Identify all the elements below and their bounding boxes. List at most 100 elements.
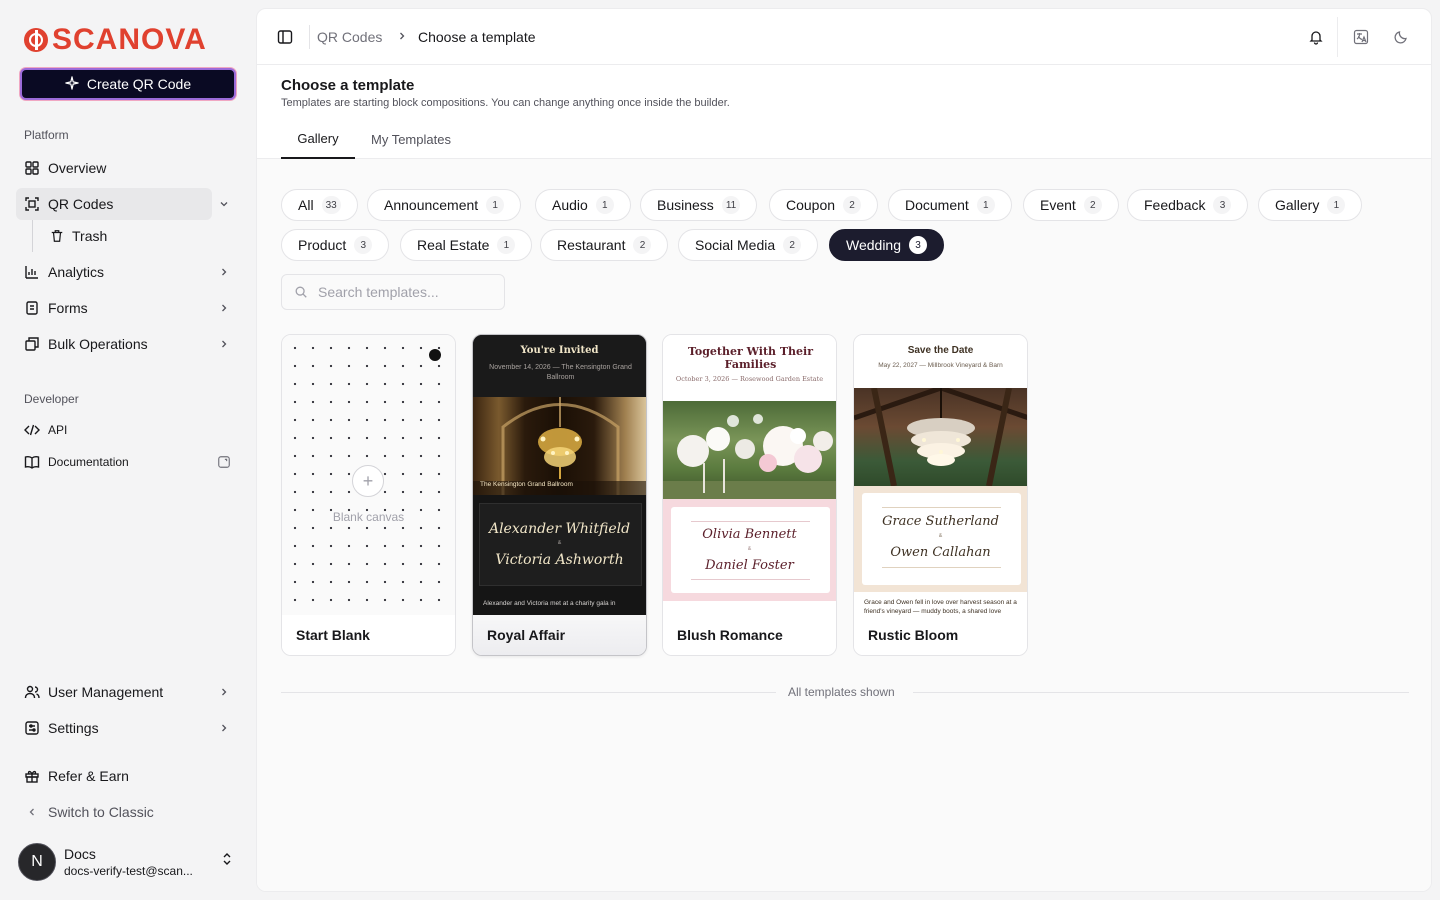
chip-label: Gallery [1275, 197, 1320, 213]
users-icon [24, 684, 40, 700]
chip-count: 3 [1213, 196, 1232, 214]
canvas-dot [429, 349, 441, 361]
filter-chip-audio[interactable]: Audio 1 [535, 189, 631, 221]
preview-date: October 3, 2026 — Rosewood Garden Estate [675, 375, 824, 383]
chip-label: Announcement [384, 197, 479, 213]
chip-count: 2 [783, 236, 802, 254]
breadcrumb-separator-icon [397, 29, 407, 44]
chip-label: Document [905, 197, 969, 213]
filter-chip-all[interactable]: All 33 [281, 189, 358, 221]
chevron-right-icon [216, 684, 232, 700]
sidebar-item-label: Documentation [48, 455, 129, 469]
search-input[interactable] [318, 284, 488, 300]
submenu-line [32, 220, 33, 252]
chevron-down-icon[interactable] [216, 196, 232, 212]
sidebar-item-documentation[interactable]: Documentation [16, 446, 240, 478]
sidebar-item-settings[interactable]: Settings [16, 712, 240, 744]
filter-chip-restaurant[interactable]: Restaurant 2 [540, 229, 669, 261]
chevron-right-icon [216, 264, 232, 280]
trash-icon [50, 229, 64, 243]
chip-count: 2 [633, 236, 652, 254]
page-title: Choose a template [281, 77, 415, 94]
logo-text: SCANOVA [52, 23, 207, 56]
filter-chip-social-media[interactable]: Social Media 2 [678, 229, 819, 261]
filter-chip-gallery[interactable]: Gallery 1 [1258, 189, 1363, 221]
chip-count: 33 [321, 196, 341, 214]
sidebar-item-label: Trash [72, 228, 108, 244]
preview-name-2: Owen Callahan [890, 545, 991, 560]
chip-label: Audio [552, 197, 588, 213]
preview-heading: Together With Their Families [687, 345, 814, 371]
sidebar-item-overview[interactable]: Overview [16, 152, 240, 184]
search-icon [294, 285, 308, 299]
chip-label: Feedback [1144, 197, 1206, 213]
book-icon [24, 454, 40, 470]
blank-canvas-preview: + Blank canvas [282, 335, 455, 615]
preview-ampersand: & [938, 533, 943, 539]
sidebar-item-label: Bulk Operations [48, 336, 148, 352]
filter-chip-event[interactable]: Event 2 [1023, 189, 1119, 221]
filter-chip-feedback[interactable]: Feedback 3 [1127, 189, 1249, 221]
layers-icon [24, 336, 40, 352]
filter-chip-product[interactable]: Product 3 [281, 229, 390, 261]
grid-icon [24, 160, 40, 176]
create-qr-code-label: Create QR Code [86, 76, 192, 92]
search-box [281, 274, 505, 310]
preview-name-2: Daniel Foster [705, 558, 794, 573]
chip-count: 3 [354, 236, 373, 254]
template-card-blush-romance[interactable]: Together With Their Families October 3, … [662, 334, 837, 656]
sidebar-item-user-management[interactable]: User Management [16, 676, 240, 708]
main-panel: QR Codes Choose a template Choose a temp… [256, 8, 1432, 892]
divider [309, 25, 310, 49]
panel-toggle-icon[interactable] [277, 29, 293, 45]
chip-count: 1 [486, 196, 505, 214]
sidebar-item-label: User Management [48, 684, 164, 700]
breadcrumb-qr-codes[interactable]: QR Codes [317, 29, 382, 45]
rustic-bloom-preview: Save the Date May 22, 2027 — Millbrook V… [854, 335, 1027, 615]
plus-icon: + [352, 465, 384, 497]
chip-label: Coupon [786, 197, 836, 213]
page-subtitle: Templates are starting block composition… [281, 97, 730, 109]
sidebar-item-forms[interactable]: Forms [16, 292, 240, 324]
filter-chip-wedding[interactable]: Wedding 3 [829, 229, 945, 261]
template-card-start-blank[interactable]: + Blank canvas Start Blank [281, 334, 456, 656]
platform-section-label: Platform [24, 128, 69, 142]
blush-romance-preview: Together With Their Families October 3, … [663, 335, 836, 615]
chip-count: 1 [497, 236, 516, 254]
user-account-menu[interactable]: N Docs docs-verify-test@scan... [16, 836, 240, 888]
sidebar-item-bulk-operations[interactable]: Bulk Operations [16, 328, 240, 360]
sidebar-item-label: Switch to Classic [48, 804, 154, 820]
forms-icon [24, 300, 40, 316]
sidebar-item-api[interactable]: API [16, 414, 240, 446]
sidebar-item-analytics[interactable]: Analytics [16, 256, 240, 288]
sidebar-item-trash[interactable]: Trash [40, 222, 220, 250]
preview-name-1: Olivia Bennett [702, 527, 797, 542]
filter-chip-business[interactable]: Business 11 [640, 189, 758, 221]
sidebar-item-qr-codes[interactable]: QR Codes [16, 188, 212, 220]
scanova-logo[interactable]: SCANOVA [24, 23, 207, 56]
chevron-right-icon [216, 336, 232, 352]
chevron-right-icon [216, 300, 232, 316]
chandelier-photo: The Kensington Grand Ballroom [473, 397, 646, 495]
translate-icon[interactable] [1353, 29, 1369, 45]
preview-story: Alexander and Victoria met at a charity … [483, 600, 616, 607]
tab-gallery[interactable]: Gallery [281, 119, 355, 159]
chip-label: Product [298, 237, 347, 253]
chip-label: Real Estate [417, 237, 490, 253]
bell-icon[interactable] [1308, 29, 1324, 45]
tab-my-templates[interactable]: My Templates [371, 119, 451, 159]
template-card-rustic-bloom[interactable]: Save the Date May 22, 2027 — Millbrook V… [853, 334, 1028, 656]
filter-chip-document[interactable]: Document 1 [888, 189, 1012, 221]
code-icon [24, 422, 40, 438]
filter-chip-coupon[interactable]: Coupon 2 [769, 189, 879, 221]
moon-icon[interactable] [1393, 29, 1409, 45]
create-qr-code-button[interactable]: Create QR Code [20, 68, 236, 100]
sidebar-item-refer-earn[interactable]: Refer & Earn [16, 760, 240, 792]
garden-photo [663, 401, 836, 499]
filter-chip-announcement[interactable]: Announcement 1 [367, 189, 522, 221]
sidebar-item-label: Forms [48, 300, 88, 316]
filter-chip-real-estate[interactable]: Real Estate 1 [400, 229, 533, 261]
sidebar-item-switch-classic[interactable]: Switch to Classic [16, 796, 240, 828]
template-card-royal-affair[interactable]: You're Invited November 14, 2026 — The K… [472, 334, 647, 656]
external-link-icon [216, 454, 232, 470]
